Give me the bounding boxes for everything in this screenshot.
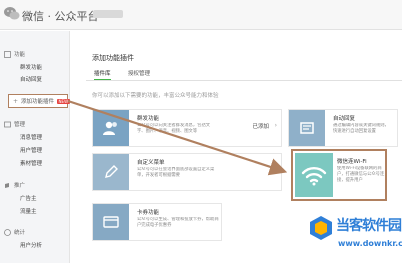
sidebar-group-label: 功能 [14,52,26,58]
plugin-card-mass-send[interactable]: 群发功能 公众号可以向关注者群发消息，包括文字、图片、语音、视频、图文等 已添加… [92,109,282,147]
sidebar-item-messages[interactable]: 消息管理 [20,133,42,141]
sidebar-item-mass-send[interactable]: 群发功能 [20,63,42,71]
status-badge: 已添加 [252,124,269,130]
card-description: 使用Wi-Fi设备联网的商户，打通微信与公众号连接，提升用户 [337,166,385,183]
stats-icon [4,228,11,236]
sidebar-item-user-analysis[interactable]: 用户分析 [20,241,42,249]
sidebar-item-add-plugin[interactable]: + 添加功能插件 NEW [8,94,70,108]
card-title: 卡券功能 [137,210,160,216]
sidebar-item-label: 添加功能插件 [21,99,55,105]
card-description: 公众号可以向关注者群发消息，包括文字、图片、语音、视频、图文等 [137,123,211,134]
tab-plugin-library[interactable]: 插件库 [94,69,111,80]
card-thumbnail [289,110,325,146]
reply-icon [300,122,314,134]
manage-icon [4,121,11,127]
new-badge: NEW [57,98,70,104]
watermark: 当客软件园 www.downkr.com [306,211,402,263]
tab-bar: 插件库 授权管理 [86,67,402,81]
sidebar-group-manage: 管理 [4,120,25,128]
page-title: 添加功能插件 [92,54,134,62]
plugin-card-auto-reply[interactable]: 自动回复 通过编辑内容或关键词规则，快速进行自动回复设置 [288,109,398,147]
sidebar-group-label: 统计 [14,230,26,236]
sidebar-group-stats: 统计 [4,228,25,236]
card-title: 自定义菜单 [137,160,165,166]
sidebar-item-auto-reply[interactable]: 自动回复 [20,75,42,83]
watermark-title: 当客软件园 [336,218,402,234]
card-description: 公众号可以在会话界面底部设置自定义菜单，开发者可根据需要 [137,167,215,178]
tab-authorization[interactable]: 授权管理 [128,69,150,77]
card-thumbnail [93,204,129,240]
card-thumbnail [93,110,129,146]
plugin-card-coupons[interactable]: 卡券功能 公众号可以生成、管理和投放卡券，帮助商户完成电子优惠券 [92,203,222,241]
wifi-icon [301,167,327,186]
card-thumbnail [93,154,129,190]
sidebar-item-publisher[interactable]: 流量主 [20,207,37,215]
card-description: 公众号可以生成、管理和投放卡券，帮助商户完成电子优惠券 [137,217,219,228]
sidebar: 功能 群发功能 自动回复 + 添加功能插件 NEW 管理 消息管理 用户管理 素… [0,31,70,263]
top-bar: 微信 · 公众平台 [0,0,402,30]
plugin-card-wechat-wifi[interactable]: 微信连Wi-Fi 使用Wi-Fi设备联网的商户，打通微信与公众号连接，提升用户 [291,149,387,201]
promote-icon [5,182,9,188]
plus-icon: + [13,97,19,105]
card-title: 群发功能 [137,116,160,122]
card-title: 微信连Wi-Fi [337,159,367,165]
card-description: 通过编辑内容或关键词规则，快速进行自动回复设置 [333,123,389,134]
sidebar-item-users[interactable]: 用户管理 [20,146,42,154]
watermark-logo-icon [310,216,332,240]
card-icon [103,216,119,228]
notice-text: 你可以添加以下需要的功能，丰富公众号能力和体验 [92,93,219,99]
sidebar-item-materials[interactable]: 素材管理 [20,159,42,167]
chevron-right-icon: › [274,122,277,129]
sidebar-group-label: 管理 [14,122,26,128]
sidebar-group-promote: 推广 [4,181,25,189]
function-icon [4,50,11,58]
card-title: 自动回复 [333,116,356,122]
card-thumbnail [295,153,333,197]
sidebar-group-function: 功能 [4,50,25,58]
edit-icon [105,165,118,178]
account-name-blurred[interactable] [93,10,123,18]
sidebar-item-advertiser[interactable]: 广告主 [20,194,37,202]
wechat-logo-icon [4,7,20,20]
users-icon [103,121,117,135]
plugin-card-custom-menu[interactable]: 自定义菜单 公众号可以在会话界面底部设置自定义菜单，开发者可根据需要 [92,153,282,191]
watermark-url: www.downkr.com [338,239,402,248]
sidebar-group-label: 推广 [14,183,26,189]
brand-title: 微信 · 公众平台 [22,10,99,23]
